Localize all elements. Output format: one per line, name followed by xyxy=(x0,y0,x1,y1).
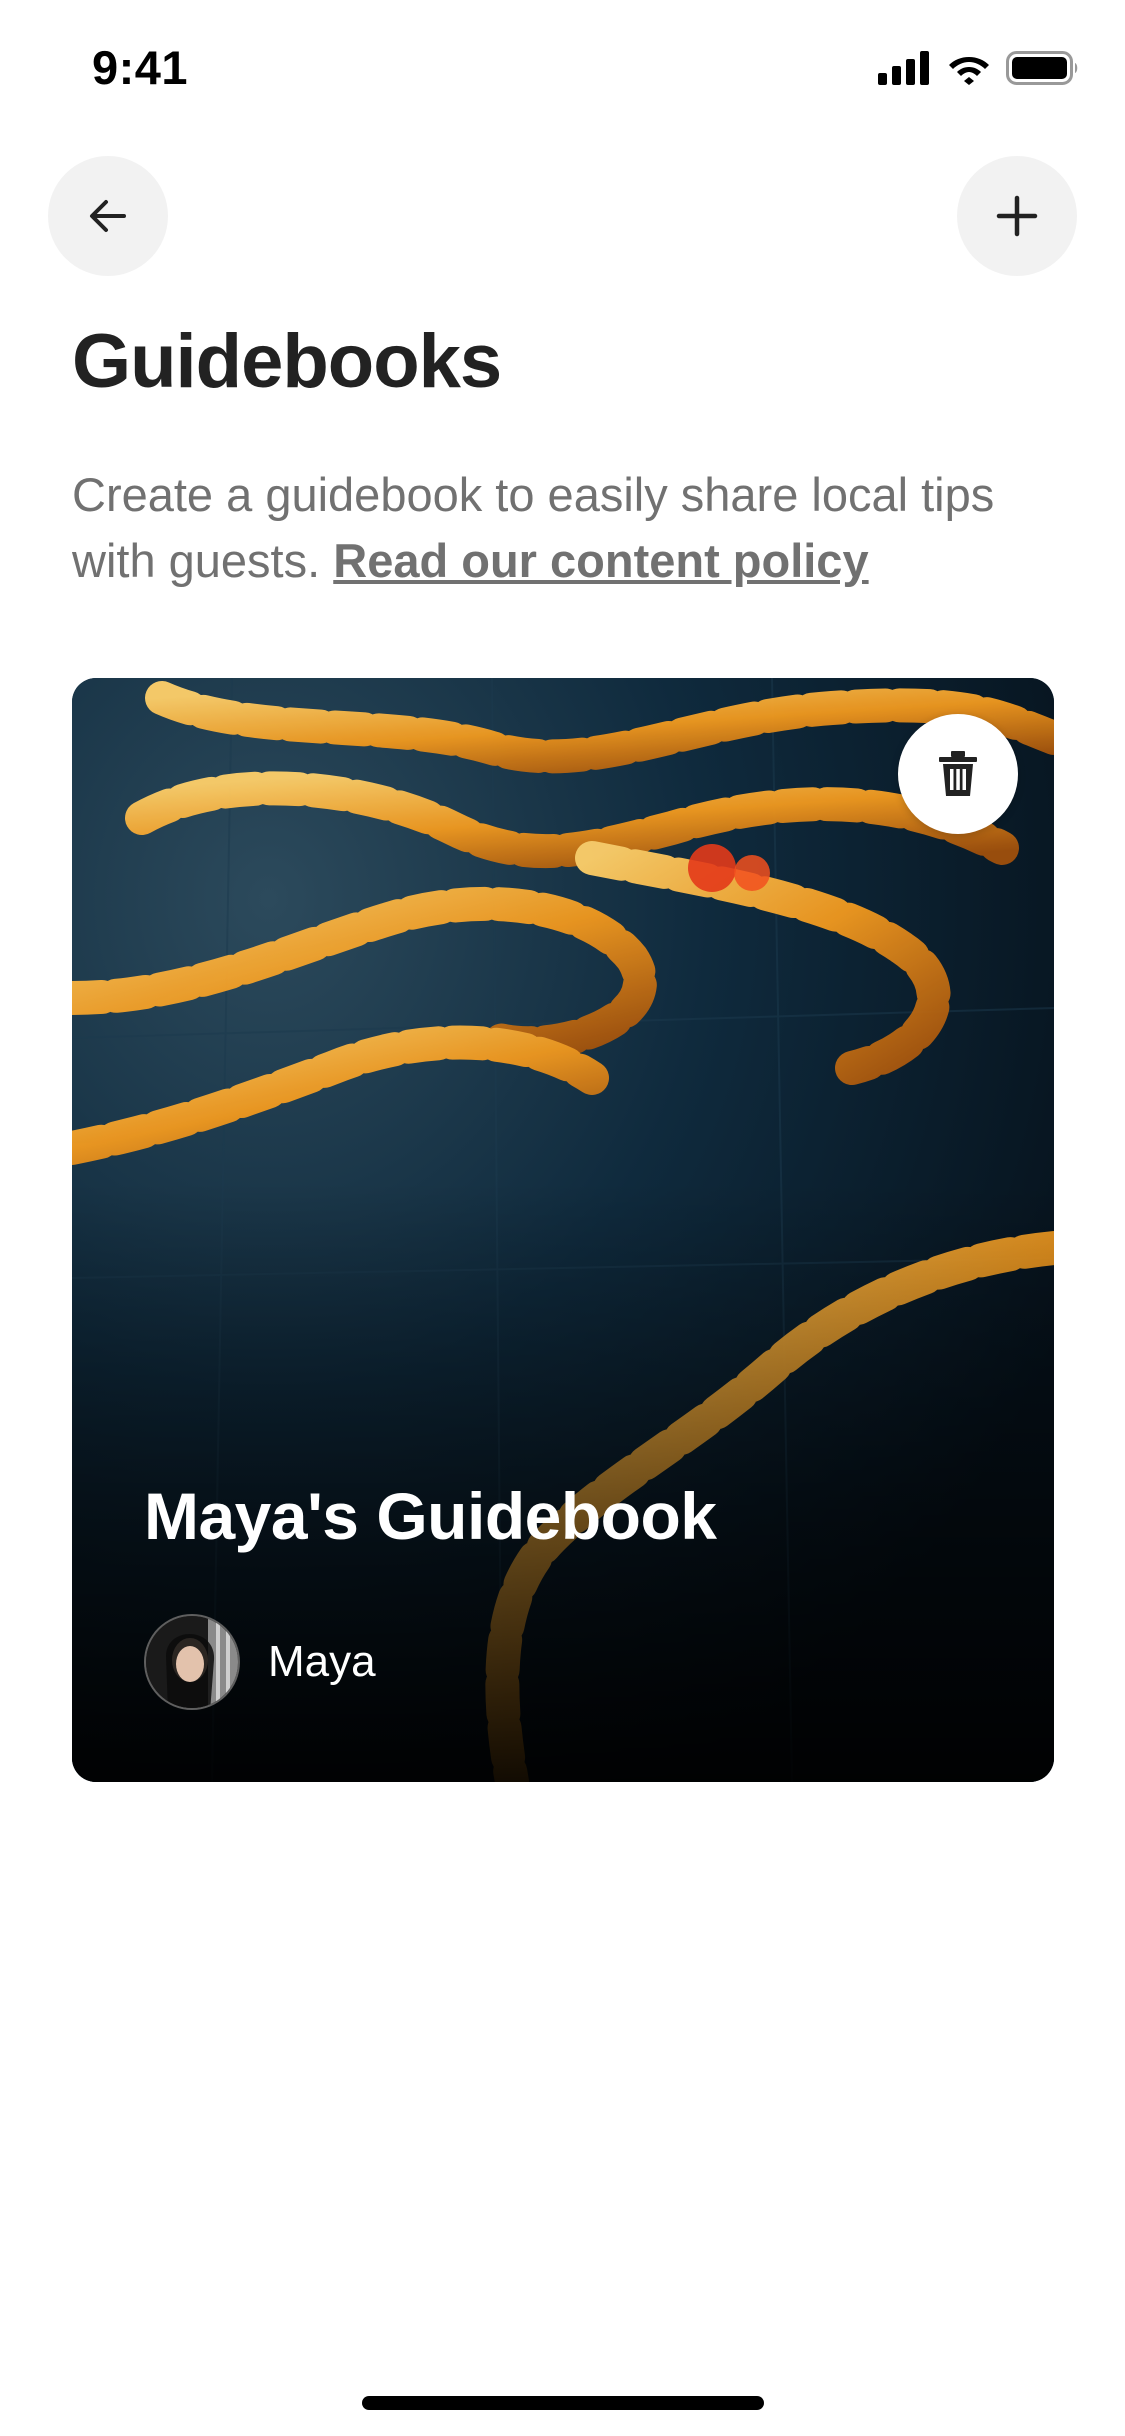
author-avatar xyxy=(144,1614,240,1710)
guidebooks-screen: 9:41 Guidebooks Create a guidebook to ea… xyxy=(0,0,1125,2436)
status-bar: 9:41 xyxy=(0,0,1125,140)
add-guidebook-button[interactable] xyxy=(957,156,1077,276)
plus-icon xyxy=(996,195,1038,237)
guidebook-card[interactable]: Maya's Guidebook Maya xyxy=(72,678,1054,1782)
avatar-image xyxy=(146,1616,238,1708)
signal-icon xyxy=(878,51,929,85)
arrow-left-icon xyxy=(90,200,126,232)
trash-icon xyxy=(939,751,977,796)
author-name: Maya xyxy=(268,1637,376,1686)
guidebook-title: Maya's Guidebook xyxy=(144,1479,717,1553)
content-policy-link[interactable]: Read our content policy xyxy=(333,534,868,587)
delete-guidebook-button[interactable] xyxy=(898,714,1018,834)
battery-icon xyxy=(1006,51,1078,85)
back-button[interactable] xyxy=(48,156,168,276)
guidebook-author: Maya xyxy=(144,1614,376,1710)
home-indicator xyxy=(362,2396,764,2410)
status-icons xyxy=(878,48,1080,88)
status-time: 9:41 xyxy=(92,41,189,94)
wifi-icon xyxy=(949,57,989,85)
page-title: Guidebooks xyxy=(72,319,502,404)
page-description: Create a guidebook to easily share local… xyxy=(72,462,1062,594)
